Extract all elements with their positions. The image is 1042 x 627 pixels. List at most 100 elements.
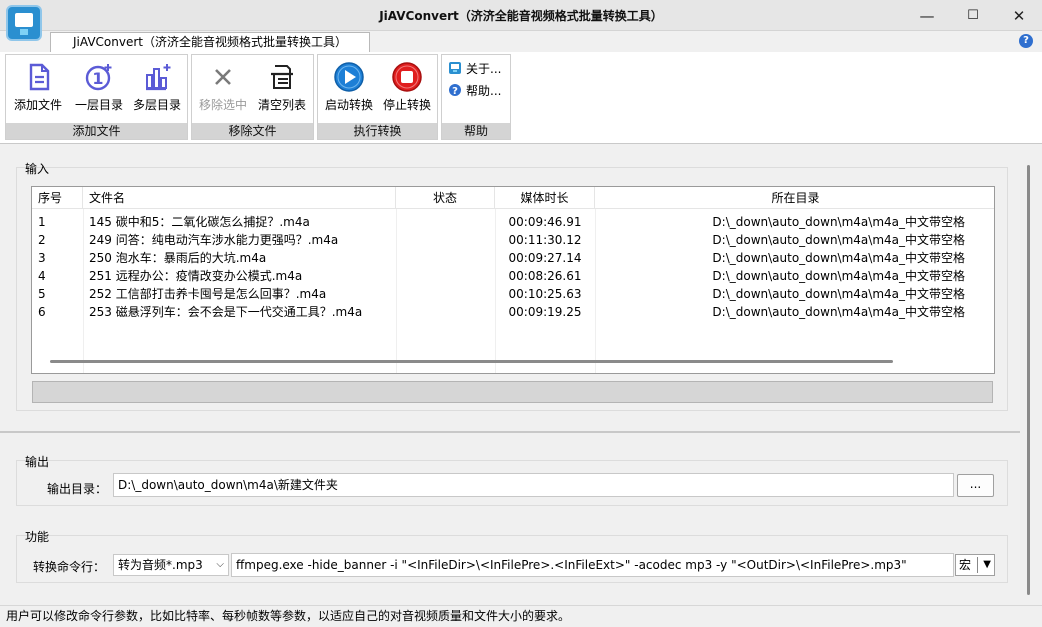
cell-index: 3 [38,251,46,265]
multi-dir-icon [141,61,173,93]
main-vscrollbar[interactable] [1027,165,1030,595]
preset-select-value: 转为音频*.mp3 [118,558,203,572]
cell-directory: D:\_down\auto_down\m4a\m4a_中文带空格 [712,287,965,301]
input-section-title: 输入 [25,162,50,176]
function-section-title: 功能 [25,530,50,544]
table-row[interactable]: 5 252 工信部打击养卡囤号是怎么回事？.m4a 00:10:25.63 D:\_d… [32,285,994,303]
maximize-button[interactable]: ☐ [950,0,996,31]
cell-status [396,285,495,303]
cell-filename: 145 碳中和5：二氧化碳怎么捕捉？.m4a [89,215,310,229]
svg-text:?: ? [452,86,458,97]
output-section-title: 输出 [25,455,50,469]
ribbon-group-remove-caption: 移除文件 [192,123,313,139]
cell-status [396,267,495,285]
cell-filename: 249 问答：纯电动汽车涉水能力更强吗？.m4a [89,233,339,247]
table-row[interactable]: 4 251 远程办公：疫情改变办公模式.m4a 00:08:26.61 D:\_dow… [32,267,994,285]
ribbon-group-run-caption: 执行转换 [318,123,437,139]
help-button[interactable]: ? 帮助... [448,80,501,100]
cell-directory: D:\_down\auto_down\m4a\m4a_中文带空格 [712,269,965,283]
about-label: 关于... [466,61,502,76]
ribbon-group-add-caption: 添加文件 [6,123,187,139]
cell-duration: 00:09:27.14 [508,251,582,265]
column-filename[interactable]: 文件名 [83,187,396,209]
start-convert-button[interactable]: 启动转换 [320,59,378,115]
cell-filename: 250 泡水车：暴雨后的大坑.m4a [89,251,267,265]
macro-dropdown-button[interactable]: 宏 ▼ [955,554,995,576]
table-row[interactable]: 3 250 泡水车：暴雨后的大坑.m4a 00:09:27.14 D:\_down\a… [32,249,994,267]
minimize-button[interactable]: — [904,0,950,31]
file-list[interactable]: 序号 文件名 状态 媒体时长 所在目录 1 145 碳中和5：二氧化碳怎么捕捉？.… [31,186,995,374]
remove-x-icon [207,61,239,93]
file-list-hscrollbar[interactable] [50,360,893,363]
app-logo-icon[interactable] [6,5,42,41]
multi-dir-button[interactable]: 多层目录 [128,59,186,115]
conversion-progress-bar [32,381,993,403]
chevron-down-icon: ⌵ [216,559,224,570]
window-title: JiAVConvert（济济全能音视频格式批量转换工具） [379,9,663,23]
cell-status [396,303,495,321]
remove-selected-label: 移除选中 [198,98,247,112]
dropdown-arrow-icon: ▼ [983,559,991,570]
add-file-icon [22,61,54,93]
ribbon-group-remove: 移除选中 清空列表 移除文件 [191,54,314,140]
file-list-header: 序号 文件名 状态 媒体时长 所在目录 [32,187,994,209]
ribbon-group-help-caption: 帮助 [442,123,510,139]
ribbon-tab-main[interactable]: JiAVConvert（济济全能音视频格式批量转换工具） [50,32,370,53]
ribbon-group-run: 启动转换 停止转换 执行转换 [317,54,438,140]
ribbon: 添加文件 1 一层目录 多层目录 添加文件 移除选中 清空列表 移除文件 启动转… [0,52,1042,144]
cell-status [396,231,495,249]
column-directory[interactable]: 所在目录 [595,187,994,209]
preset-select[interactable]: 转为音频*.mp3 ⌵ [113,554,229,576]
add-file-button[interactable]: 添加文件 [9,59,67,115]
cell-filename: 253 磁悬浮列车：会不会是下一代交通工具？.m4a [89,305,363,319]
cell-duration: 00:09:19.25 [508,305,582,319]
table-row[interactable]: 1 145 碳中和5：二氧化碳怎么捕捉？.m4a 00:09:46.91 D:\_do… [32,213,994,231]
main-panel: 输入 序号 文件名 状态 媒体时长 所在目录 1 145 碳中和5：二氧化碳怎么捕… [0,145,1042,605]
cell-duration: 00:09:46.91 [508,215,582,229]
output-dir-field[interactable]: D:\_down\auto_down\m4a\新建文件夹 [113,473,954,497]
remove-selected-button[interactable]: 移除选中 [194,59,252,115]
cell-index: 1 [38,215,46,229]
help-label: 帮助... [466,83,502,98]
single-dir-label: 一层目录 [74,98,123,112]
stop-convert-button[interactable]: 停止转换 [378,59,436,115]
single-dir-button[interactable]: 1 一层目录 [70,59,128,115]
about-button[interactable]: 关于... [448,58,501,78]
cell-index: 5 [38,287,46,301]
cell-filename: 252 工信部打击养卡囤号是怎么回事？.m4a [89,287,327,301]
cell-duration: 00:10:25.63 [508,287,582,301]
cell-filename: 251 远程办公：疫情改变办公模式.m4a [89,269,303,283]
table-row[interactable]: 6 253 磁悬浮列车：会不会是下一代交通工具？.m4a 00:09:19.25 D:… [32,303,994,321]
cell-status [396,213,495,231]
command-line-label: 转换命令行： [33,560,106,574]
output-dir-label: 输出目录： [47,482,108,496]
multi-dir-label: 多层目录 [132,98,181,112]
ribbon-group-add: 添加文件 1 一层目录 多层目录 添加文件 [5,54,188,140]
stop-icon [391,61,423,93]
cell-directory: D:\_down\auto_down\m4a\m4a_中文带空格 [712,305,965,319]
single-dir-icon: 1 [83,61,115,93]
browse-button[interactable]: ... [957,474,994,497]
ribbon-group-help: 关于... ? 帮助... 帮助 [441,54,511,140]
cell-duration: 00:11:30.12 [508,233,582,247]
svg-text:1: 1 [92,69,103,88]
cell-directory: D:\_down\auto_down\m4a\m4a_中文带空格 [712,251,965,265]
clear-list-icon [266,61,298,93]
close-button[interactable]: ✕ [996,0,1042,31]
column-duration[interactable]: 媒体时长 [495,187,595,209]
help-question-icon: ? [448,83,462,97]
help-icon[interactable]: ? [1019,34,1033,48]
play-icon [333,61,365,93]
column-index[interactable]: 序号 [32,187,83,209]
clear-list-button[interactable]: 清空列表 [253,59,311,115]
ribbon-tab-strip: JiAVConvert（济济全能音视频格式批量转换工具） ? [0,31,1042,53]
macro-split-divider [977,557,978,573]
cell-status [396,249,495,267]
command-line-field[interactable]: ffmpeg.exe -hide_banner -i "<InFileDir>\… [231,553,954,577]
clear-list-label: 清空列表 [257,98,306,112]
column-status[interactable]: 状态 [396,187,495,209]
start-convert-label: 启动转换 [324,98,373,112]
panel-splitter[interactable] [0,431,1020,433]
add-file-label: 添加文件 [13,98,62,112]
table-row[interactable]: 2 249 问答：纯电动汽车涉水能力更强吗？.m4a 00:11:30.12 D:\_… [32,231,994,249]
